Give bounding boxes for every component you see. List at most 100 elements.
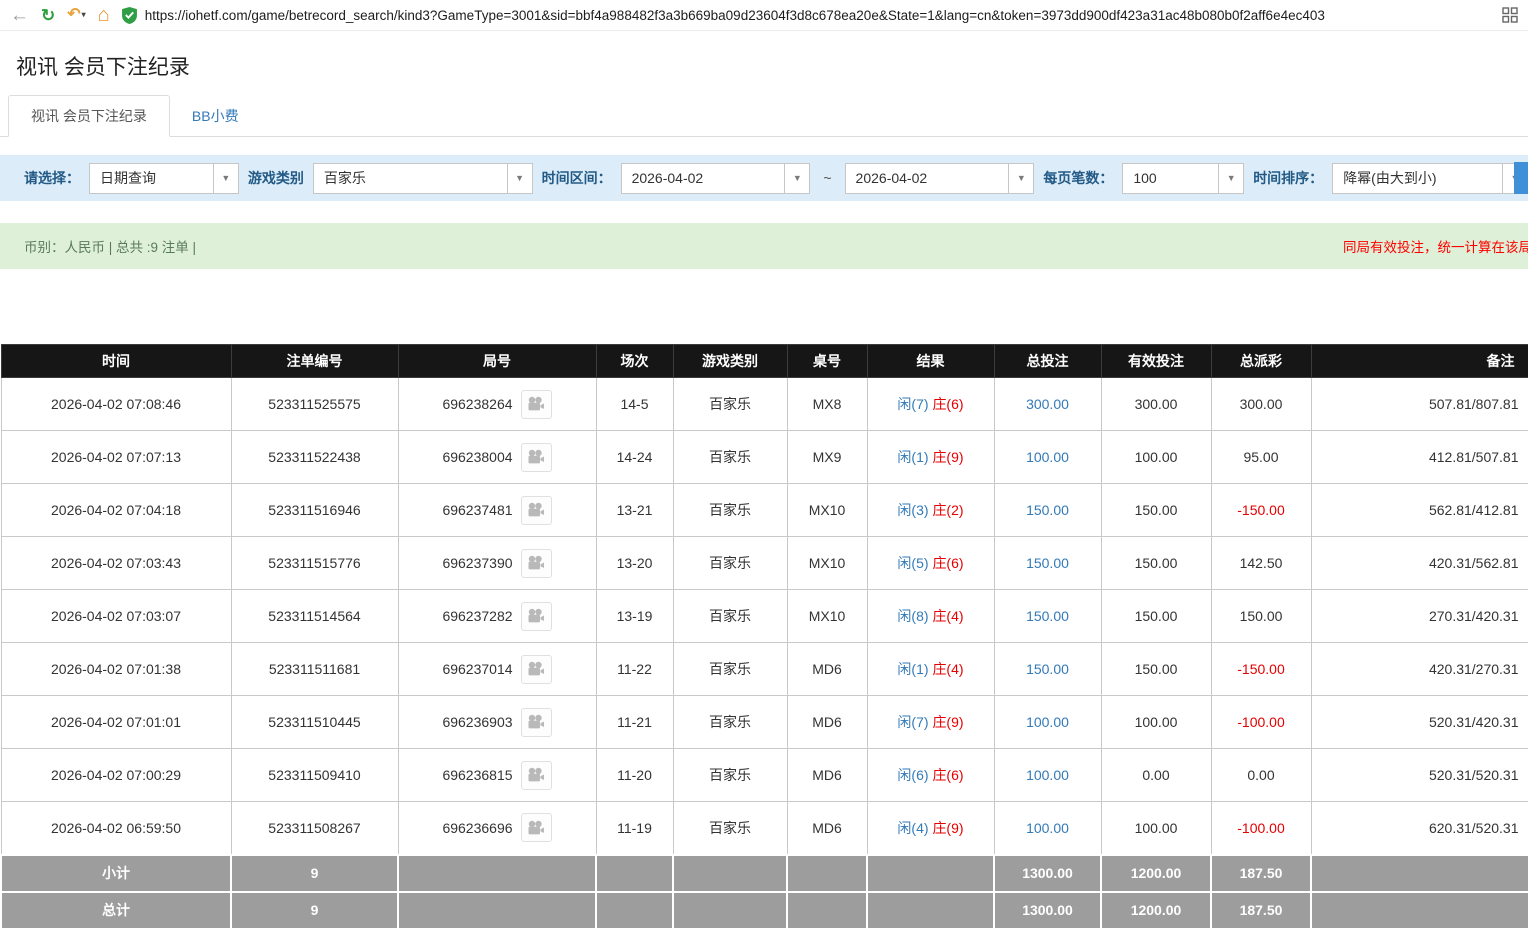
cell-note: 507.81/807.81 bbox=[1311, 378, 1528, 431]
tab-bb-tips[interactable]: BB小费 bbox=[170, 96, 261, 136]
filter-label-sort: 时间排序： bbox=[1253, 168, 1323, 188]
round-number: 696237390 bbox=[442, 555, 512, 571]
date-mode-select[interactable]: 日期查询 ▼ bbox=[89, 163, 239, 194]
address-bar[interactable]: https://iohetf.com/game/betrecord_search… bbox=[122, 7, 1490, 24]
table-row: 2026-04-02 07:00:29523311509410696236815… bbox=[1, 749, 1528, 802]
game-type-select[interactable]: 百家乐 ▼ bbox=[313, 163, 533, 194]
refresh-button[interactable]: ↻ bbox=[41, 7, 55, 24]
player-result: 闲(7) bbox=[897, 714, 928, 730]
summary-currency-count: 币别：人民币 | 总共 :9 注单 | bbox=[24, 236, 196, 256]
date-mode-value: 日期查询 bbox=[90, 164, 213, 193]
cell-round: 696236815 bbox=[398, 749, 596, 802]
cell-total-bet[interactable]: 100.00 bbox=[994, 802, 1101, 855]
footer-cell bbox=[867, 855, 994, 892]
filter-label-page-size: 每页笔数： bbox=[1043, 168, 1113, 188]
cell-table-no: MD6 bbox=[787, 696, 867, 749]
footer-cell: 1200.00 bbox=[1101, 855, 1211, 892]
footer-cell: 9 bbox=[231, 855, 398, 892]
video-replay-button[interactable] bbox=[521, 655, 552, 684]
cell-session: 13-20 bbox=[596, 537, 673, 590]
video-replay-button[interactable] bbox=[521, 443, 552, 472]
video-replay-button[interactable] bbox=[521, 496, 552, 525]
chevron-down-icon[interactable]: ▼ bbox=[784, 164, 809, 193]
security-shield-icon bbox=[122, 7, 137, 24]
cell-result: 闲(7) 庄(9) bbox=[867, 696, 994, 749]
cell-game-type: 百家乐 bbox=[673, 696, 787, 749]
history-dropdown-button[interactable]: ↶▾ bbox=[67, 7, 85, 23]
cell-total-bet[interactable]: 100.00 bbox=[994, 749, 1101, 802]
cell-session: 11-20 bbox=[596, 749, 673, 802]
filter-label-game-type: 游戏类别 bbox=[248, 168, 304, 188]
tilde-separator: ~ bbox=[819, 170, 835, 186]
player-result: 闲(7) bbox=[897, 396, 928, 412]
date-to-select[interactable]: 2026-04-02 ▼ bbox=[845, 163, 1035, 194]
cell-game-type: 百家乐 bbox=[673, 643, 787, 696]
cell-bet-id: 523311511681 bbox=[231, 643, 398, 696]
chevron-down-icon[interactable]: ▼ bbox=[213, 164, 238, 193]
film-camera-icon bbox=[527, 820, 545, 836]
cell-time: 2026-04-02 07:00:29 bbox=[1, 749, 231, 802]
column-header: 局号 bbox=[398, 345, 596, 378]
cell-note: 412.81/507.81 bbox=[1311, 431, 1528, 484]
film-camera-icon bbox=[527, 608, 545, 624]
cell-session: 11-21 bbox=[596, 696, 673, 749]
cell-payout: 95.00 bbox=[1211, 431, 1311, 484]
table-header-row: 时间注单编号局号场次游戏类别桌号结果总投注有效投注总派彩备注 bbox=[1, 345, 1528, 378]
video-replay-button[interactable] bbox=[521, 813, 552, 842]
player-result: 闲(1) bbox=[897, 449, 928, 465]
cell-valid-bet: 150.00 bbox=[1101, 643, 1211, 696]
video-replay-button[interactable] bbox=[521, 390, 552, 419]
cell-round: 696238004 bbox=[398, 431, 596, 484]
cell-bet-id: 523311514564 bbox=[231, 590, 398, 643]
column-header: 注单编号 bbox=[231, 345, 398, 378]
footer-cell: 187.50 bbox=[1211, 855, 1311, 892]
cell-result: 闲(3) 庄(2) bbox=[867, 484, 994, 537]
cell-session: 13-21 bbox=[596, 484, 673, 537]
date-from-value: 2026-04-02 bbox=[622, 164, 785, 193]
cell-total-bet[interactable]: 150.00 bbox=[994, 484, 1101, 537]
banker-result: 庄(6) bbox=[932, 396, 963, 412]
cell-total-bet[interactable]: 100.00 bbox=[994, 431, 1101, 484]
table-row: 2026-04-02 07:07:13523311522438696238004… bbox=[1, 431, 1528, 484]
apps-grid-icon[interactable] bbox=[1502, 7, 1518, 23]
footer-cell bbox=[787, 855, 867, 892]
footer-cell: 1300.00 bbox=[994, 892, 1101, 928]
summary-bar: 币别：人民币 | 总共 :9 注单 | 同局有效投注，统一计算在该局 bbox=[0, 223, 1528, 269]
chevron-down-icon[interactable]: ▼ bbox=[1008, 164, 1033, 193]
cell-result: 闲(4) 庄(9) bbox=[867, 802, 994, 855]
table-footer: 小计91300.001200.00187.50总计91300.001200.00… bbox=[1, 855, 1528, 928]
cell-result: 闲(1) 庄(9) bbox=[867, 431, 994, 484]
video-replay-button[interactable] bbox=[521, 761, 552, 790]
cell-table-no: MD6 bbox=[787, 643, 867, 696]
cell-total-bet[interactable]: 150.00 bbox=[994, 643, 1101, 696]
sort-order-select[interactable]: 降幂(由大到小) ▼ bbox=[1332, 163, 1528, 194]
cell-total-bet[interactable]: 150.00 bbox=[994, 590, 1101, 643]
page-size-select[interactable]: 100 ▼ bbox=[1122, 163, 1244, 194]
video-replay-button[interactable] bbox=[521, 602, 552, 631]
chevron-down-icon[interactable]: ▼ bbox=[1218, 164, 1243, 193]
cell-note: 620.31/520.31 bbox=[1311, 802, 1528, 855]
film-camera-icon bbox=[527, 767, 545, 783]
cell-total-bet[interactable]: 100.00 bbox=[994, 696, 1101, 749]
round-number: 696236903 bbox=[442, 714, 512, 730]
cell-total-bet[interactable]: 150.00 bbox=[994, 537, 1101, 590]
cell-time: 2026-04-02 06:59:50 bbox=[1, 802, 231, 855]
player-result: 闲(6) bbox=[897, 767, 928, 783]
video-replay-button[interactable] bbox=[521, 708, 552, 737]
back-button[interactable]: ← bbox=[10, 6, 29, 25]
film-camera-icon bbox=[527, 714, 545, 730]
footer-cell bbox=[787, 892, 867, 928]
cell-round: 696237014 bbox=[398, 643, 596, 696]
cell-total-bet[interactable]: 300.00 bbox=[994, 378, 1101, 431]
search-button[interactable] bbox=[1514, 162, 1528, 194]
cell-bet-id: 523311510445 bbox=[231, 696, 398, 749]
cell-table-no: MX9 bbox=[787, 431, 867, 484]
cell-payout: 300.00 bbox=[1211, 378, 1311, 431]
tab-bet-records[interactable]: 视讯 会员下注纪录 bbox=[8, 95, 170, 137]
home-button[interactable]: ⌂ bbox=[98, 5, 110, 25]
video-replay-button[interactable] bbox=[521, 549, 552, 578]
cell-time: 2026-04-02 07:03:43 bbox=[1, 537, 231, 590]
chevron-down-icon[interactable]: ▼ bbox=[507, 164, 532, 193]
date-from-select[interactable]: 2026-04-02 ▼ bbox=[621, 163, 811, 194]
round-number: 696236696 bbox=[442, 820, 512, 836]
